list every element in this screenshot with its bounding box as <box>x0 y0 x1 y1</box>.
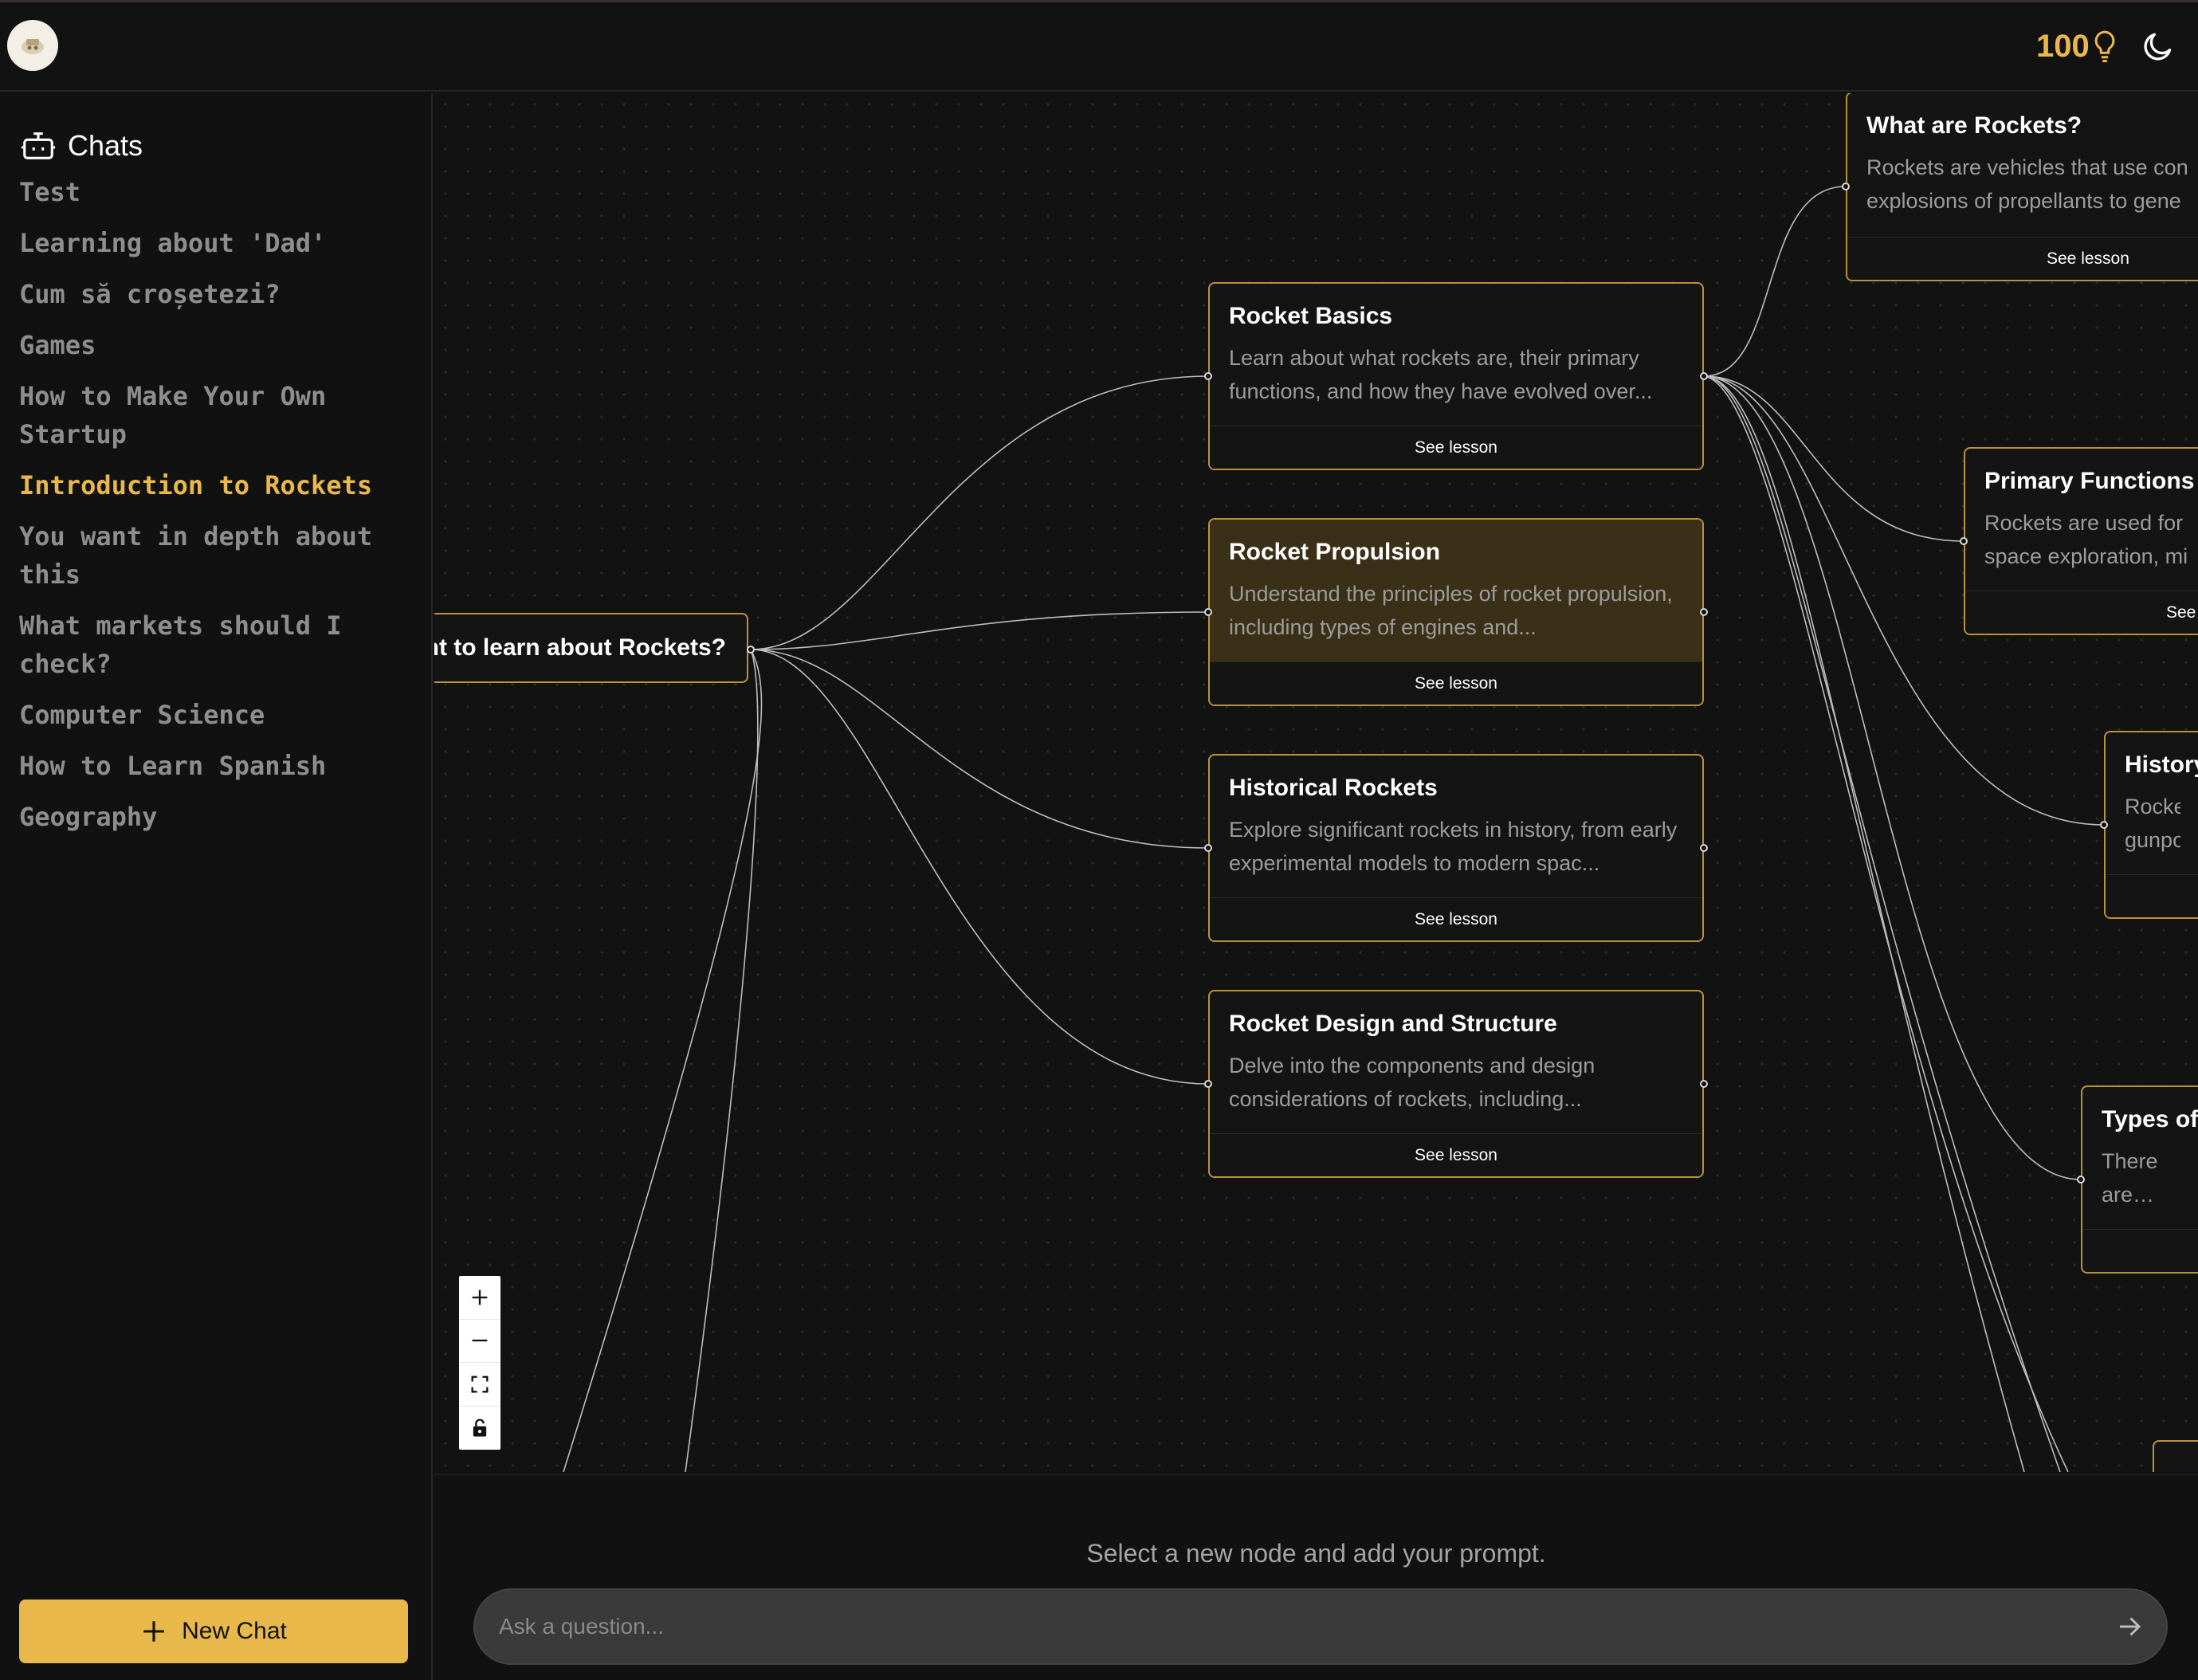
canvas-controls <box>459 1276 500 1450</box>
node-description: There are including <box>2102 1149 2158 1207</box>
edge-root-rocket-design <box>750 649 1209 1085</box>
app-logo[interactable] <box>7 20 58 71</box>
lightbulb-icon <box>2094 30 2115 63</box>
node-target-handle[interactable] <box>1842 183 1850 190</box>
chats-title: Chats <box>68 129 143 162</box>
new-chat-button[interactable]: New Chat <box>19 1600 408 1663</box>
new-chat-label: New Chat <box>182 1618 287 1644</box>
node-title: Historical Rockets <box>1229 775 1438 801</box>
edge-root-rocket-propulsion <box>750 611 1209 650</box>
edge-root-rocket-basics <box>750 375 1209 650</box>
node-title: Types of <box>2102 1106 2198 1132</box>
chat-item-introduction-to-rockets[interactable]: Introduction to Rockets <box>19 466 418 504</box>
node-description: Explore significant rockets in history, … <box>1229 818 1678 875</box>
node-types-of[interactable]: Types of There are including <box>2081 1085 2198 1274</box>
node-description: Learn about what rockets are, their prim… <box>1229 346 1653 403</box>
node-title: Rocket Basics <box>1229 303 1393 329</box>
chat-item-startup[interactable]: How to Make Your Own Startup <box>19 377 418 453</box>
root-node-label: ant to learn about Rockets? <box>434 634 726 661</box>
node-history[interactable]: History Rocket: gunpow <box>2104 731 2198 919</box>
node-description: Rocket: gunpow <box>2125 795 2180 852</box>
node-source-handle[interactable] <box>1700 844 1708 852</box>
see-lesson-button[interactable]: See lesson <box>1210 426 1702 469</box>
arrow-right-icon[interactable] <box>2115 1612 2144 1641</box>
node-target-handle[interactable] <box>2077 1176 2085 1183</box>
moon-icon[interactable] <box>2141 29 2176 64</box>
see-lesson-button[interactable]: See lesson <box>1847 237 2198 280</box>
edge-basics-what-are-rockets <box>1703 186 1847 377</box>
node-rocket-basics[interactable]: Rocket Basics Learn about what rockets a… <box>1208 282 1704 470</box>
node-partial-bottom-right[interactable] <box>2153 1440 2198 1472</box>
node-target-handle[interactable] <box>1204 608 1212 616</box>
edge-root-down-right <box>685 649 759 1472</box>
see-lesson-button[interactable] <box>2106 874 2198 917</box>
node-source-handle[interactable] <box>1700 608 1708 616</box>
node-description: Rockets are vehicles that use con explos… <box>1866 155 2188 213</box>
prompt-area: Select a new node and add your prompt. <box>434 1474 2198 1680</box>
see-lesson-button[interactable] <box>2082 1229 2198 1272</box>
node-source-handle[interactable] <box>1700 372 1708 380</box>
root-source-handle[interactable] <box>747 646 755 654</box>
fit-view-icon <box>471 1376 489 1393</box>
plus-icon <box>472 1289 488 1305</box>
node-target-handle[interactable] <box>1204 844 1212 852</box>
plus-icon <box>143 1621 164 1642</box>
node-rocket-propulsion[interactable]: Rocket Propulsion Understand the princip… <box>1208 518 1704 706</box>
top-accent-line <box>0 0 2198 2</box>
ask-question-input[interactable] <box>499 1590 2061 1663</box>
chat-list: Test Learning about 'Dad' Cum să croșete… <box>19 173 418 849</box>
mind-map-canvas[interactable]: ant to learn about Rockets? Rocket Basic… <box>434 93 2198 1472</box>
edge-root-historical-rockets <box>750 649 1209 849</box>
chat-item-in-depth[interactable]: You want in depth about this <box>19 517 418 594</box>
node-title: Primary Functions o <box>1984 468 2198 494</box>
credits-counter[interactable]: 100 <box>2036 24 2118 69</box>
sidebar: Chats Test Learning about 'Dad' Cum să c… <box>0 93 433 1680</box>
chat-item-learning-about-dad[interactable]: Learning about 'Dad' <box>19 224 418 262</box>
node-rocket-design-and-structure[interactable]: Rocket Design and Structure Delve into t… <box>1208 990 1704 1178</box>
see-lesson-button[interactable]: See lesson <box>1210 661 1702 705</box>
chat-item-test[interactable]: Test <box>19 173 418 211</box>
node-title: History <box>2125 752 2198 778</box>
node-title: Rocket Design and Structure <box>1229 1011 1557 1037</box>
root-node[interactable]: ant to learn about Rockets? <box>434 613 748 683</box>
node-primary-functions[interactable]: Primary Functions o Rockets are used for… <box>1964 447 2198 635</box>
zoom-out-button[interactable] <box>459 1320 500 1363</box>
edge-root-down-left <box>563 649 763 1472</box>
node-what-are-rockets[interactable]: What are Rockets? Rockets are vehicles t… <box>1846 93 2198 281</box>
node-title: Rocket Propulsion <box>1229 539 1441 565</box>
chats-header: Chats <box>20 122 143 170</box>
ask-bar <box>473 1588 2168 1665</box>
see-lesson-button[interactable]: See lesson <box>1210 897 1702 940</box>
node-title: What are Rockets? <box>1866 112 2082 139</box>
node-target-handle[interactable] <box>1204 1080 1212 1088</box>
minus-icon <box>472 1340 488 1342</box>
bot-icon <box>21 132 56 159</box>
chat-item-crosetezi[interactable]: Cum să croșetezi? <box>19 275 418 313</box>
node-description: Rockets are used for space exploration, … <box>1984 511 2188 568</box>
chat-item-markets[interactable]: What markets should I check? <box>19 606 418 683</box>
prompt-hint: Select a new node and add your prompt. <box>1086 1539 1546 1568</box>
fit-view-button[interactable] <box>459 1363 500 1407</box>
lock-button[interactable] <box>459 1407 500 1450</box>
node-target-handle[interactable] <box>2100 821 2108 829</box>
node-historical-rockets[interactable]: Historical Rockets Explore significant r… <box>1208 754 1704 942</box>
chat-item-computer-science[interactable]: Computer Science <box>19 696 418 734</box>
node-description: Delve into the components and design con… <box>1229 1054 1596 1111</box>
top-bar: 100 <box>0 0 2198 92</box>
node-description: Understand the principles of rocket prop… <box>1229 582 1673 639</box>
chat-item-games[interactable]: Games <box>19 326 418 364</box>
see-lesson-button[interactable]: See <box>1965 591 2198 634</box>
chat-item-geography[interactable]: Geography <box>19 798 418 836</box>
credits-value: 100 <box>2036 28 2090 64</box>
node-source-handle[interactable] <box>1700 1080 1708 1088</box>
see-lesson-button[interactable]: See lesson <box>1210 1133 1702 1176</box>
chat-item-learn-spanish[interactable]: How to Learn Spanish <box>19 747 418 785</box>
node-target-handle[interactable] <box>1960 537 1968 545</box>
lock-icon <box>473 1419 487 1437</box>
zoom-in-button[interactable] <box>459 1276 500 1320</box>
edge-basics-primary-functions <box>1703 375 1964 542</box>
node-target-handle[interactable] <box>1204 372 1212 380</box>
logo-emblem-icon <box>22 39 44 54</box>
